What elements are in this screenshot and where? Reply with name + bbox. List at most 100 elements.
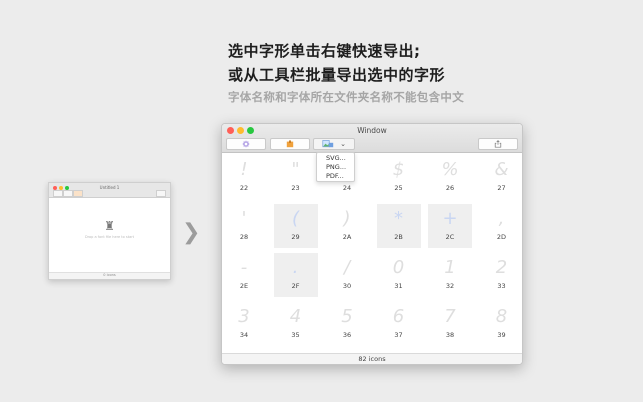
glyph-preview: 6 (392, 305, 405, 327)
thumbnail-share-button (156, 190, 166, 197)
glyph-code-label: 2E (239, 282, 249, 290)
glyph-preview: & (494, 158, 509, 180)
window-title: Window (357, 126, 387, 135)
thumbnail-package-button (63, 190, 73, 197)
thumbnail-drop-hint: Drop a font file here to start (84, 235, 135, 239)
glyph-cell[interactable]: 0 31 (377, 253, 421, 297)
glyph-code-label: 22 (239, 184, 249, 192)
glyph-code-label: 2B (394, 233, 403, 241)
glyph-cell[interactable]: (29 (273, 204, 318, 248)
box-icon (286, 140, 294, 148)
glyph-cell[interactable]: * 2B (376, 204, 421, 248)
export-dropdown-button[interactable]: ⌄ (313, 138, 355, 150)
headline-subtitle: 字体名称和字体所在文件夹名称不能包含中文 (228, 90, 464, 104)
export-image-icon (322, 140, 334, 148)
glyph-code-label: 2D (496, 233, 507, 241)
glyph-preview: - (240, 256, 248, 278)
glyph-grid: !22"23#24$25%26&27'28(29)2A*2B+2C,2D-2E.… (222, 153, 522, 353)
glyph-preview: 1 (444, 256, 456, 278)
glyph-cell[interactable]: 4 35 (274, 302, 318, 346)
gear-icon (242, 140, 250, 148)
glyph-cell[interactable]: & 27 (480, 155, 523, 199)
package-button[interactable] (270, 138, 310, 150)
share-icon (494, 140, 502, 148)
glyph-code-label: 35 (291, 331, 300, 339)
glyph-cell[interactable]: 8 39 (480, 302, 523, 346)
glyph-preview: 5 (341, 305, 353, 327)
thumbnail-titlebar: Untitled 1 (49, 183, 170, 198)
glyph-preview: 7 (444, 305, 456, 327)
glyph-code-label: 33 (497, 282, 506, 290)
glyph-preview: . (292, 256, 299, 278)
glyph-preview: % (441, 158, 459, 180)
glyph-code-label: 28 (239, 233, 249, 241)
glyph-code-label: 27 (497, 184, 506, 192)
glyph-code-label: 2A (342, 233, 352, 241)
glyph-cell[interactable]: 1 32 (428, 253, 472, 297)
glyph-preview: 3 (238, 305, 250, 327)
glyph-preview: " (291, 158, 300, 180)
glyph-preview: ' (241, 207, 247, 229)
glyph-preview: 4 (289, 305, 302, 327)
glyph-cell[interactable]: % 26 (428, 155, 472, 199)
settings-button[interactable] (226, 138, 266, 150)
glyph-cell[interactable]: / 30 (325, 253, 369, 297)
export-svg-item[interactable]: SVG... (317, 154, 354, 163)
glyph-cell[interactable]: 6 37 (377, 302, 421, 346)
glyph-cell[interactable]: +2C (428, 204, 472, 248)
headline-line-1: 选中字形单击右键快速导出; (228, 42, 421, 60)
export-menu: SVG... PNG... PDF... (316, 152, 355, 182)
glyph-preview: 8 (495, 305, 508, 327)
glyph-code-label: 2C (445, 233, 455, 241)
glyph-cell[interactable]: ) 2A (325, 204, 369, 248)
glyph-preview: * (394, 207, 403, 229)
thumbnail-settings-button (53, 190, 63, 197)
glyph-preview: 0 (392, 256, 405, 278)
glyph-cell[interactable]: ' 28 (222, 204, 266, 248)
thumbnail-status: 0 icons (49, 272, 170, 279)
glyph-cell[interactable]: - 2E (222, 253, 266, 297)
export-png-item[interactable]: PNG... (317, 163, 354, 172)
glyph-code-label: 32 (445, 282, 455, 290)
empty-window-thumbnail: Untitled 1 ♜ Drop a font file here to st… (48, 182, 171, 280)
glyph-window: Window ⌄ SVG... PNG... PDF... ! 22 " 23 … (221, 123, 523, 365)
chevron-right-icon: ❯ (182, 220, 201, 245)
thumbnail-drop-area: ♜ Drop a font file here to start (49, 219, 170, 239)
glyph-cell[interactable]: 3 34 (222, 302, 266, 346)
titlebar: Window ⌄ (222, 124, 522, 153)
glyph-code-label: 24 (342, 184, 352, 192)
glyph-preview: ! (240, 158, 248, 180)
glyph-code-label: 31 (394, 282, 403, 290)
glyph-code-label: 29 (291, 233, 300, 241)
icon-count-status: 82 icons (222, 353, 522, 364)
thumbnail-export-button (73, 190, 83, 197)
glyph-cell[interactable]: " 23 (274, 155, 318, 199)
glyph-cell[interactable]: ! 22 (222, 155, 266, 199)
glyph-cell[interactable]: , 2D (480, 204, 523, 248)
share-button[interactable] (478, 138, 518, 150)
glyph-cell[interactable]: . 2F (273, 253, 318, 297)
glyph-cell[interactable]: 7 38 (428, 302, 472, 346)
glyph-cell[interactable]: $25 (377, 155, 421, 199)
glyph-code-label: 36 (342, 331, 352, 339)
glyph-preview: + (442, 207, 458, 229)
glyph-preview: / (343, 256, 351, 278)
headline: 选中字形单击右键快速导出; 或从工具栏批量导出选中的字形 字体名称和字体所在文件… (228, 40, 628, 105)
chevron-down-icon: ⌄ (340, 140, 346, 148)
glyph-preview: $ (392, 158, 405, 180)
glyph-cell[interactable]: 2 33 (480, 253, 523, 297)
glyph-preview: ( (291, 207, 300, 229)
glyph-code-label: 2F (291, 282, 300, 290)
glyph-preview: , (498, 207, 505, 229)
glyph-preview: ) (343, 207, 351, 229)
glyph-cell[interactable]: 5 36 (325, 302, 369, 346)
headline-line-2: 或从工具栏批量导出选中的字形 (228, 66, 446, 84)
glyph-code-label: 23 (291, 184, 300, 192)
font-file-icon: ♜ (104, 219, 115, 233)
glyph-code-label: 25 (394, 184, 403, 192)
glyph-code-label: 30 (342, 282, 352, 290)
export-pdf-item[interactable]: PDF... (317, 172, 354, 181)
glyph-code-label: 26 (445, 184, 455, 192)
glyph-code-label: 34 (239, 331, 249, 339)
glyph-code-label: 39 (497, 331, 506, 339)
